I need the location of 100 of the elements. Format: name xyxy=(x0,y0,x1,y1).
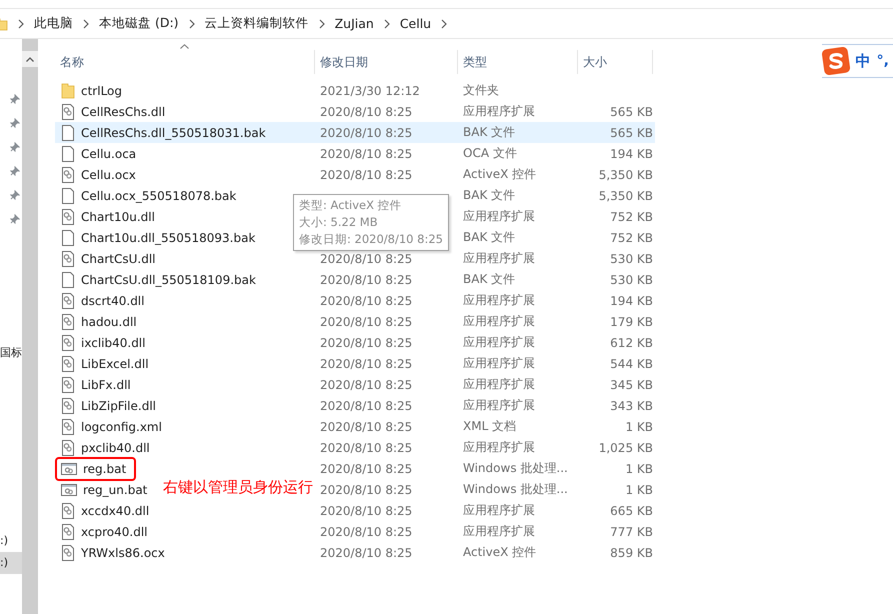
date-cell-text: 2020/8/10 8:25 xyxy=(319,294,414,308)
file-icon xyxy=(61,124,75,140)
pin-icon xyxy=(10,190,20,200)
type-cell-text: 应用程序扩展 xyxy=(462,313,536,330)
scrollbar[interactable] xyxy=(22,39,38,614)
gear-file-icon xyxy=(61,376,75,392)
file-name[interactable]: reg_un.bat xyxy=(83,482,148,496)
breadcrumb-item[interactable]: 本地磁盘 (D:) xyxy=(99,15,179,32)
date-cell-text: 2020/8/10 8:25 xyxy=(319,252,414,266)
size-cell-text: 859 KB xyxy=(609,546,654,560)
type-cell-text: BAK 文件 xyxy=(462,271,516,288)
column-header[interactable]: 类型 xyxy=(458,50,578,74)
size-cell-text: 179 KB xyxy=(609,314,654,328)
file-name[interactable]: LibFx.dll xyxy=(81,378,131,392)
file-name[interactable]: Chart10u.dll xyxy=(81,210,155,224)
type-cell-text: 文件夹 xyxy=(462,82,500,99)
gear-file-icon xyxy=(61,440,75,456)
pin-icon xyxy=(10,166,20,176)
nav-item[interactable]: :) xyxy=(0,552,22,574)
ime-logo-icon[interactable] xyxy=(822,47,850,75)
file-name[interactable]: Cellu.ocx xyxy=(81,168,136,182)
breadcrumb-item[interactable]: 此电脑 xyxy=(34,15,73,32)
file-name[interactable]: ChartCsU.dll xyxy=(81,252,156,266)
size-cell-text: 565 KB xyxy=(609,104,654,118)
gear-file-icon xyxy=(61,166,75,182)
size-cell-text: 194 KB xyxy=(609,294,654,308)
file-name[interactable]: LibZipFile.dll xyxy=(81,398,156,412)
ime-punctuation[interactable]: °, xyxy=(876,53,889,69)
date-cell-text: 2021/3/30 12:12 xyxy=(319,84,421,98)
gear-file-icon xyxy=(61,334,75,350)
date-cell-text: 2020/8/10 8:25 xyxy=(319,398,414,412)
size-cell-text: 665 KB xyxy=(609,504,654,518)
chevron-icon xyxy=(441,18,448,28)
file-name[interactable]: hadou.dll xyxy=(81,314,137,328)
gear-file-icon xyxy=(61,524,75,540)
file-name[interactable]: YRWxls86.ocx xyxy=(81,546,165,560)
column-header[interactable]: 修改日期 xyxy=(315,50,458,74)
breadcrumb-item[interactable]: ZuJian xyxy=(334,16,374,31)
pin-icon xyxy=(10,118,20,128)
folder-icon xyxy=(61,82,75,98)
date-cell-text: 2020/8/10 8:25 xyxy=(319,104,414,118)
file-name[interactable]: dscrt40.dll xyxy=(81,294,144,308)
date-cell-text: 2020/8/10 8:25 xyxy=(319,146,414,160)
scroll-up-icon[interactable] xyxy=(26,56,34,62)
file-name[interactable]: Chart10u.dll_550518093.bak xyxy=(81,230,256,244)
type-cell-text: 应用程序扩展 xyxy=(462,292,536,309)
file-name[interactable]: xcpro40.dll xyxy=(81,524,148,538)
ime-toolbar[interactable]: 中 °, xyxy=(822,44,893,78)
gear-file-icon xyxy=(61,104,75,120)
file-name[interactable]: ixclib40.dll xyxy=(81,336,146,350)
tooltip-text: 大小: 5.22 MB xyxy=(299,215,379,230)
size-cell-text: 612 KB xyxy=(609,336,654,350)
chevron-icon xyxy=(83,18,89,28)
file-name[interactable]: CellResChs.dll xyxy=(81,104,166,118)
file-icon xyxy=(61,272,75,288)
breadcrumb-item[interactable]: Cellu xyxy=(400,16,432,31)
type-cell-text: ActiveX 控件 xyxy=(462,544,538,561)
chevron-icon xyxy=(188,18,195,28)
file-icon xyxy=(61,230,75,246)
file-name[interactable]: Cellu.oca xyxy=(81,146,136,160)
gear-file-icon xyxy=(61,250,75,266)
size-cell-text: 345 KB xyxy=(609,378,654,392)
date-cell-text: 2020/8/10 8:25 xyxy=(319,420,414,434)
ime-mode[interactable]: 中 xyxy=(856,52,871,70)
gear-file-icon xyxy=(61,418,75,434)
type-cell-text: 应用程序扩展 xyxy=(462,397,536,414)
date-cell-text: 2020/8/10 8:25 xyxy=(319,482,414,496)
file-name[interactable]: ctrlLog xyxy=(81,84,122,98)
file-name[interactable]: xccdx40.dll xyxy=(81,504,150,518)
column-header[interactable]: 大小 xyxy=(578,50,653,74)
size-cell-text: 530 KB xyxy=(609,272,654,286)
column-header[interactable]: 名称 xyxy=(55,50,315,74)
type-cell-text: 应用程序扩展 xyxy=(462,376,536,393)
date-cell-text: 2020/8/10 8:25 xyxy=(319,126,414,140)
date-cell-text: 2020/8/10 8:25 xyxy=(319,314,414,328)
size-cell-text: 565 KB xyxy=(609,126,654,140)
file-name[interactable]: LibExcel.dll xyxy=(81,356,149,370)
file-icon xyxy=(61,188,75,204)
sort-icon xyxy=(180,44,189,49)
file-name[interactable]: ChartCsU.dll_550518109.bak xyxy=(81,272,256,286)
nav-item[interactable]: 国标 xyxy=(0,342,22,364)
file-name[interactable]: reg.bat xyxy=(57,458,134,478)
size-cell-text: 777 KB xyxy=(609,524,654,538)
gear-file-icon xyxy=(61,356,75,372)
size-cell-text: 1 KB xyxy=(624,420,654,434)
type-cell-text: 应用程序扩展 xyxy=(462,355,536,372)
size-cell-text: 1 KB xyxy=(624,482,654,496)
gear-file-icon xyxy=(61,314,75,330)
date-cell-text: 2020/8/10 8:25 xyxy=(319,462,414,476)
gear-file-icon xyxy=(61,544,75,560)
file-icon xyxy=(61,146,75,162)
file-name[interactable]: Cellu.ocx_550518078.bak xyxy=(81,188,236,202)
file-name[interactable]: logconfig.xml xyxy=(81,420,162,434)
file-name[interactable]: pxclib40.dll xyxy=(81,440,150,454)
date-cell-text: 2020/8/10 8:25 xyxy=(319,524,414,538)
file-name[interactable]: CellResChs.dll_550518031.bak xyxy=(81,126,266,140)
gear-file-icon xyxy=(61,502,75,518)
nav-item[interactable]: :) xyxy=(0,530,22,552)
breadcrumb-item[interactable]: 云上资料编制软件 xyxy=(204,15,309,32)
type-cell-text: 应用程序扩展 xyxy=(462,502,536,519)
